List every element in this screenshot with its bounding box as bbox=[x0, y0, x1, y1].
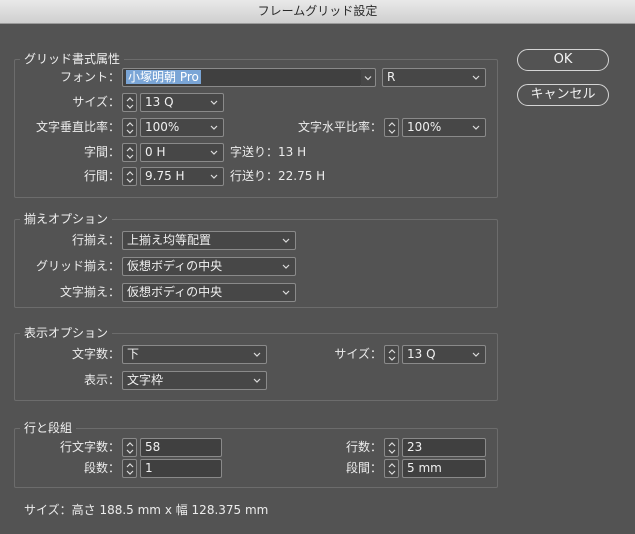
ok-button[interactable]: OK bbox=[517, 49, 609, 71]
stepper-arrows-icon bbox=[125, 461, 135, 477]
stepper-arrows-icon bbox=[387, 461, 397, 477]
view-size-combo[interactable]: 13 Q bbox=[402, 345, 486, 364]
vertical-scale-combo[interactable]: 100% bbox=[140, 118, 224, 137]
display-value: 文字枠 bbox=[127, 373, 164, 387]
chars-per-line-stepper[interactable] bbox=[122, 438, 137, 457]
grid-align-label: グリッド揃え： bbox=[35, 259, 120, 273]
chevron-down-icon bbox=[281, 284, 291, 301]
char-aki-combo[interactable]: 0 H bbox=[140, 143, 224, 162]
lines-columns-legend: 行と段組 bbox=[20, 419, 77, 436]
gutter-stepper[interactable] bbox=[384, 459, 399, 478]
view-size-stepper[interactable] bbox=[384, 345, 399, 364]
line-align-label: 行揃え： bbox=[71, 233, 120, 247]
view-options-legend: 表示オプション bbox=[20, 324, 113, 341]
line-aki-combo[interactable]: 9.75 H bbox=[140, 167, 224, 186]
stepper-arrows-icon bbox=[387, 120, 397, 136]
line-count-label: 行数： bbox=[345, 440, 382, 454]
size-combo[interactable]: 13 Q bbox=[140, 93, 224, 112]
font-value: 小塚明朝 Pro bbox=[126, 70, 201, 84]
size-label: サイズ： bbox=[72, 95, 120, 109]
display-label: 表示： bbox=[83, 373, 120, 387]
char-aki-stepper[interactable] bbox=[122, 143, 137, 162]
font-style-value: R bbox=[387, 70, 396, 84]
horizontal-scale-value: 100% bbox=[407, 120, 442, 134]
line-pitch-text: 行送り：22.75 H bbox=[230, 169, 326, 183]
font-label: フォント： bbox=[59, 70, 120, 84]
char-count-label: 文字数： bbox=[71, 347, 120, 361]
line-count-field[interactable]: 23 bbox=[402, 438, 486, 457]
size-stepper[interactable] bbox=[122, 93, 137, 112]
vertical-scale-value: 100% bbox=[145, 120, 180, 134]
char-aki-label: 字間： bbox=[83, 145, 120, 159]
char-pitch-text: 字送り：13 H bbox=[230, 145, 307, 159]
gutter-field[interactable]: 5 mm bbox=[402, 459, 486, 478]
chevron-down-icon bbox=[209, 168, 219, 185]
chevron-down-icon bbox=[363, 70, 373, 86]
column-count-label: 段数： bbox=[83, 461, 120, 475]
font-style-dropdown[interactable]: R bbox=[382, 68, 486, 87]
line-aki-stepper[interactable] bbox=[122, 167, 137, 186]
char-count-value: 下 bbox=[127, 347, 140, 361]
vertical-scale-label: 文字垂直比率： bbox=[35, 120, 120, 134]
window-title: フレームグリッド設定 bbox=[0, 0, 635, 24]
font-field[interactable]: 小塚明朝 Pro bbox=[122, 68, 362, 87]
char-aki-value: 0 H bbox=[145, 145, 166, 159]
column-count-field[interactable]: 1 bbox=[140, 459, 222, 478]
cancel-button[interactable]: キャンセル bbox=[517, 84, 609, 106]
chevron-down-icon bbox=[281, 258, 291, 275]
column-count-stepper[interactable] bbox=[122, 459, 137, 478]
chevron-down-icon bbox=[471, 346, 481, 363]
char-count-dropdown[interactable]: 下 bbox=[122, 345, 267, 364]
char-align-label: 文字揃え： bbox=[59, 285, 120, 299]
view-size-label: サイズ： bbox=[334, 347, 382, 361]
horizontal-scale-combo[interactable]: 100% bbox=[402, 118, 486, 137]
grid-attributes-legend: グリッド書式属性 bbox=[20, 50, 125, 67]
grid-align-value: 仮想ボディの中央 bbox=[127, 259, 223, 273]
grid-align-dropdown[interactable]: 仮想ボディの中央 bbox=[122, 257, 296, 276]
stepper-arrows-icon bbox=[387, 347, 397, 363]
chevron-down-icon bbox=[471, 69, 481, 86]
chars-per-line-label: 行文字数： bbox=[59, 440, 120, 454]
char-align-dropdown[interactable]: 仮想ボディの中央 bbox=[122, 283, 296, 302]
chars-per-line-field[interactable]: 58 bbox=[140, 438, 222, 457]
horizontal-scale-stepper[interactable] bbox=[384, 118, 399, 137]
stepper-arrows-icon bbox=[125, 169, 135, 185]
line-align-value: 上揃え均等配置 bbox=[127, 233, 212, 247]
horizontal-scale-label: 文字水平比率： bbox=[297, 120, 382, 134]
chevron-down-icon bbox=[471, 119, 481, 136]
line-aki-value: 9.75 H bbox=[145, 169, 185, 183]
display-dropdown[interactable]: 文字枠 bbox=[122, 371, 267, 390]
char-align-value: 仮想ボディの中央 bbox=[127, 285, 223, 299]
stepper-arrows-icon bbox=[125, 440, 135, 456]
chevron-down-icon bbox=[252, 346, 262, 363]
chevron-down-icon bbox=[281, 232, 291, 249]
frame-size-text: サイズ：高さ 188.5 mm x 幅 128.375 mm bbox=[24, 503, 269, 517]
stepper-arrows-icon bbox=[125, 145, 135, 161]
gutter-label: 段間： bbox=[345, 461, 382, 475]
alignment-legend: 揃えオプション bbox=[20, 210, 113, 227]
stepper-arrows-icon bbox=[125, 120, 135, 136]
stepper-arrows-icon bbox=[387, 440, 397, 456]
size-value: 13 Q bbox=[145, 95, 174, 109]
stepper-arrows-icon bbox=[125, 95, 135, 111]
line-count-stepper[interactable] bbox=[384, 438, 399, 457]
chevron-down-icon bbox=[252, 372, 262, 389]
font-dropdown-button[interactable] bbox=[361, 68, 376, 87]
vertical-scale-stepper[interactable] bbox=[122, 118, 137, 137]
line-aki-label: 行間： bbox=[83, 169, 120, 183]
view-size-value: 13 Q bbox=[407, 347, 436, 361]
chevron-down-icon bbox=[209, 119, 219, 136]
line-align-dropdown[interactable]: 上揃え均等配置 bbox=[122, 231, 296, 250]
chevron-down-icon bbox=[209, 94, 219, 111]
chevron-down-icon bbox=[209, 144, 219, 161]
